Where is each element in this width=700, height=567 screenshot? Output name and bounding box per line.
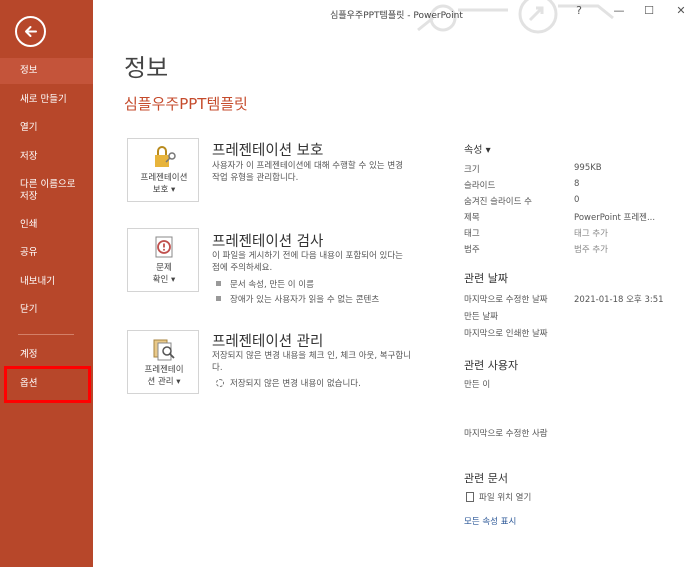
backstage-sidebar: 정보 새로 만들기 열기 저장 다른 이름으로 저장 인쇄 공유 내보내기 닫기… — [0, 0, 93, 567]
nav-item-share[interactable]: 공유 — [0, 246, 93, 260]
protect-presentation-button[interactable]: 프레젠테이션 보호 ▾ — [127, 138, 199, 202]
prop-value-slides: 8 — [574, 179, 580, 189]
prop-label: 마지막으로 수정한 날짜 — [464, 295, 548, 305]
prop-value-last-modified: 2021-01-18 오후 3:51 — [574, 295, 664, 305]
properties-dropdown[interactable]: 속성 ▾ — [464, 141, 491, 156]
manage-presentation-button[interactable]: 프레젠테이 션 관리 ▾ — [127, 330, 199, 394]
prop-label: 제목 — [464, 213, 480, 223]
related-dates-title: 관련 날짜 — [464, 272, 508, 285]
window-title: 심플우주PPT템플릿 - PowerPoint — [330, 11, 463, 21]
back-button[interactable] — [15, 16, 46, 47]
nav-item-save[interactable]: 저장 — [0, 150, 93, 164]
inspect-bullet: 장애가 있는 사용자가 읽을 수 없는 콘텐츠 — [216, 293, 379, 305]
back-arrow-icon — [25, 26, 37, 37]
prop-label-author: 만든 이 — [464, 380, 491, 390]
open-file-location-link[interactable]: 파일 위치 열기 — [466, 491, 531, 503]
bullet-text: 문서 속성, 만든 이 이름 — [230, 280, 314, 290]
prop-label: 숨겨진 슬라이드 수 — [464, 197, 532, 207]
tile-label-line2: 션 관리 ▾ — [147, 377, 181, 387]
sidebar-divider — [18, 334, 74, 335]
page-title: 정보 — [124, 54, 169, 82]
title-bar: 심플우주PPT템플릿 - PowerPoint ? — ☐ ✕ — [93, 0, 700, 34]
tile-label-line1: 프레젠테이션 — [140, 173, 188, 183]
prop-label: 범주 — [464, 245, 480, 255]
prop-label: 크기 — [464, 165, 480, 175]
inspect-bullet: 문서 속성, 만든 이 이름 — [216, 278, 314, 290]
nav-item-save-as[interactable]: 다른 이름으로 저장 — [0, 178, 90, 204]
minimize-button[interactable]: — — [611, 4, 627, 17]
check-for-issues-button[interactable]: 문제 확인 ▾ — [127, 228, 199, 292]
tile-label-line2: 확인 ▾ — [152, 275, 176, 285]
show-all-properties-link[interactable]: 모든 속성 표시 — [464, 515, 516, 527]
prop-label: 만든 날짜 — [464, 312, 498, 322]
nav-item-open[interactable]: 열기 — [0, 121, 93, 135]
inspect-icon — [128, 235, 200, 263]
close-button[interactable]: ✕ — [673, 4, 689, 17]
prop-label-last-modified-by: 마지막으로 수정한 사람 — [464, 429, 548, 439]
document-icon — [466, 492, 474, 502]
prop-value-title[interactable]: PowerPoint 프레젠... — [574, 211, 655, 223]
manage-icon — [128, 337, 200, 365]
prop-label: 마지막으로 인쇄한 날짜 — [464, 329, 548, 339]
nav-item-print[interactable]: 인쇄 — [0, 218, 93, 232]
manage-description: 저장되지 않은 변경 내용을 체크 인, 체크 아웃, 복구합니다. — [212, 351, 412, 373]
related-docs-title: 관련 문서 — [464, 472, 508, 485]
prop-value-hidden-slides: 0 — [574, 195, 580, 205]
prop-value-tags[interactable]: 태그 추가 — [574, 227, 608, 239]
tile-label-line1: 프레젠테이 — [144, 365, 184, 375]
no-changes-status: 저장되지 않은 변경 내용이 없습니다. — [216, 377, 361, 389]
prop-label: 태그 — [464, 229, 480, 239]
bullet-text: 장애가 있는 사용자가 읽을 수 없는 콘텐츠 — [230, 295, 380, 305]
related-people-title: 관련 사용자 — [464, 359, 519, 372]
inspect-description: 이 파일을 게시하기 전에 다음 내용이 포함되어 있다는 점에 주의하세요. — [212, 251, 403, 273]
prop-value-categories[interactable]: 범주 추가 — [574, 243, 608, 255]
nav-item-account[interactable]: 계정 — [0, 348, 93, 362]
inspect-heading: 프레젠테이션 검사 — [212, 234, 324, 250]
document-name: 심플우주PPT템플릿 — [124, 95, 248, 113]
prop-label: 슬라이드 — [464, 181, 496, 191]
nav-item-export[interactable]: 내보내기 — [0, 275, 93, 289]
open-file-location-text: 파일 위치 열기 — [479, 493, 532, 503]
protect-heading: 프레젠테이션 보호 — [212, 143, 324, 159]
maximize-button[interactable]: ☐ — [641, 4, 657, 17]
no-changes-text: 저장되지 않은 변경 내용이 없습니다. — [230, 379, 361, 389]
nav-item-close[interactable]: 닫기 — [0, 303, 93, 317]
nav-item-info[interactable]: 정보 — [0, 58, 93, 84]
nav-item-new[interactable]: 새로 만들기 — [0, 93, 93, 107]
prop-value-size: 995KB — [574, 163, 602, 173]
options-highlight-box — [4, 366, 91, 403]
help-button[interactable]: ? — [571, 4, 587, 17]
protect-description: 사용자가 이 프레젠테이션에 대해 수행할 수 있는 변경 작업 유형을 관리합… — [212, 161, 403, 183]
no-changes-icon — [216, 379, 224, 387]
lock-icon — [128, 145, 200, 173]
tile-label-line2: 보호 ▾ — [152, 185, 176, 195]
manage-heading: 프레젠테이션 관리 — [212, 334, 324, 350]
tile-label-line1: 문제 — [156, 263, 172, 273]
